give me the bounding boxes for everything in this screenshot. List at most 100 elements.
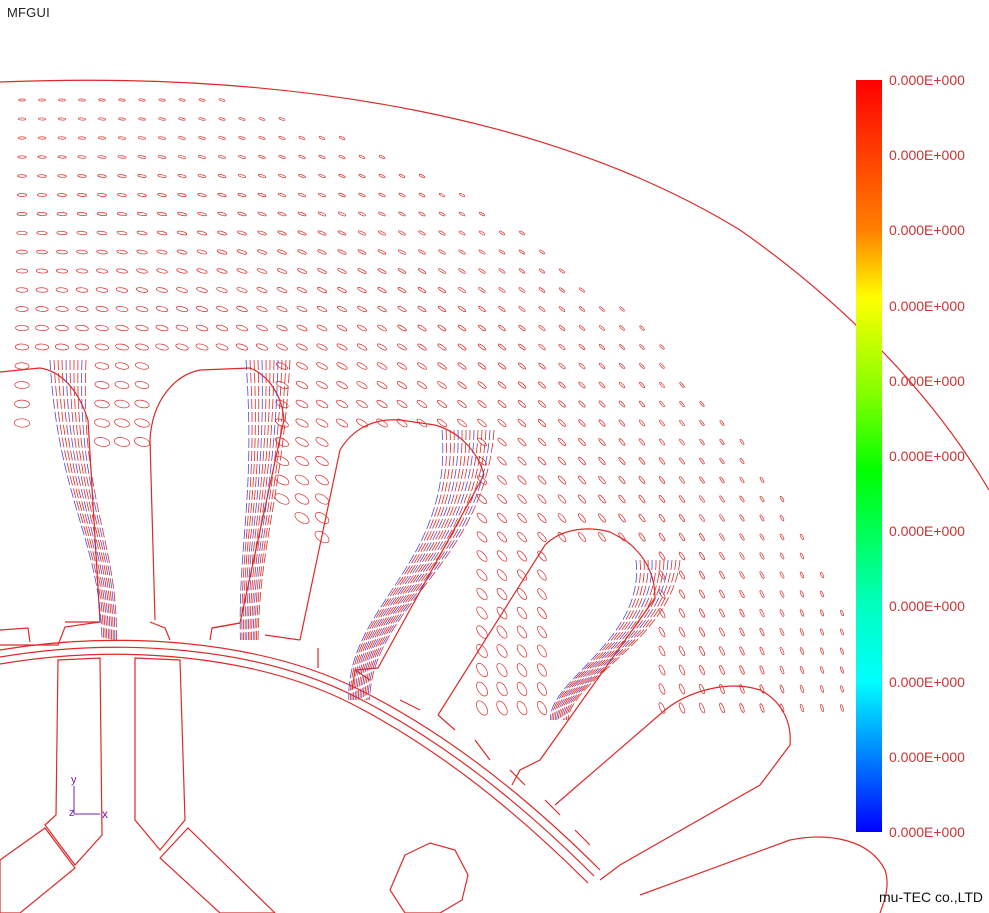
field-glyph bbox=[518, 249, 526, 255]
field-glyph bbox=[35, 287, 49, 293]
field-glyph bbox=[156, 268, 168, 274]
field-glyph bbox=[659, 363, 665, 369]
legend-label: 0.000E+000 bbox=[889, 372, 965, 389]
field-glyph bbox=[336, 362, 348, 370]
field-glyph bbox=[618, 419, 626, 427]
field-glyph bbox=[57, 155, 67, 159]
field-glyph bbox=[518, 287, 526, 293]
field-glyph bbox=[719, 495, 725, 503]
field-glyph bbox=[175, 324, 189, 332]
stator-outer-edge bbox=[0, 79, 989, 491]
field-glyph bbox=[437, 343, 447, 351]
field-glyph bbox=[157, 193, 167, 197]
field-glyph bbox=[55, 287, 69, 293]
field-glyph bbox=[518, 324, 526, 332]
field-glyph bbox=[496, 663, 508, 677]
field-glyph bbox=[155, 324, 169, 332]
color-legend-bar bbox=[856, 80, 882, 832]
field-glyph bbox=[618, 457, 626, 465]
field-glyph bbox=[337, 268, 347, 274]
field-glyph bbox=[678, 702, 686, 714]
field-glyph bbox=[537, 663, 547, 677]
field-glyph bbox=[93, 437, 111, 447]
field-glyph bbox=[396, 381, 408, 389]
field-glyph bbox=[96, 230, 108, 236]
field-glyph bbox=[358, 155, 366, 159]
field-glyph bbox=[113, 437, 131, 447]
field-glyph bbox=[158, 98, 166, 102]
field-glyph bbox=[578, 344, 586, 350]
field-glyph bbox=[739, 627, 745, 637]
field-glyph bbox=[779, 496, 785, 502]
field-glyph bbox=[397, 305, 407, 313]
field-glyph bbox=[476, 531, 488, 543]
field-glyph bbox=[537, 701, 547, 715]
field-glyph bbox=[659, 438, 665, 446]
field-glyph bbox=[17, 136, 27, 140]
field-glyph bbox=[96, 268, 108, 274]
field-glyph bbox=[398, 249, 406, 255]
field-glyph bbox=[17, 155, 27, 159]
legend-label: 0.000E+000 bbox=[889, 448, 965, 464]
field-glyph bbox=[255, 343, 269, 351]
field-glyph bbox=[537, 437, 547, 447]
field-glyph bbox=[238, 136, 246, 140]
field-glyph bbox=[418, 230, 426, 236]
field-glyph bbox=[337, 287, 347, 293]
field-glyph bbox=[216, 287, 228, 293]
field-glyph bbox=[819, 571, 825, 579]
field-glyph bbox=[719, 439, 725, 445]
field-glyph bbox=[739, 571, 745, 579]
field-glyph bbox=[318, 174, 326, 178]
field-glyph bbox=[799, 628, 805, 636]
field-glyph bbox=[658, 495, 666, 503]
field-glyph bbox=[15, 287, 29, 293]
field-glyph bbox=[378, 192, 386, 198]
field-glyph bbox=[356, 418, 368, 428]
field-glyph bbox=[799, 609, 805, 617]
field-glyph bbox=[298, 174, 306, 178]
field-glyph bbox=[638, 532, 646, 542]
field-glyph bbox=[156, 249, 168, 255]
field-glyph bbox=[294, 474, 310, 486]
field-glyph bbox=[478, 324, 486, 332]
field-glyph bbox=[36, 230, 48, 236]
field-glyph bbox=[719, 589, 725, 599]
field-glyph bbox=[215, 324, 229, 332]
field-glyph bbox=[77, 174, 87, 178]
field-glyph bbox=[638, 476, 646, 484]
field-glyph bbox=[719, 665, 725, 675]
field-glyph bbox=[739, 533, 745, 541]
field-glyph bbox=[517, 456, 527, 466]
field-glyph bbox=[598, 494, 606, 504]
field-glyph bbox=[236, 287, 248, 293]
field-glyph bbox=[336, 343, 348, 351]
field-glyph bbox=[719, 476, 725, 484]
field-glyph bbox=[840, 685, 844, 693]
field-glyph bbox=[197, 155, 207, 159]
field-glyph bbox=[578, 475, 586, 485]
field-glyph bbox=[799, 684, 805, 694]
field-glyph bbox=[639, 344, 645, 350]
field-glyph bbox=[516, 682, 528, 696]
field-glyph bbox=[496, 681, 508, 697]
field-glyph bbox=[16, 230, 28, 236]
field-glyph bbox=[376, 418, 388, 428]
flux-line bbox=[348, 429, 444, 701]
field-glyph bbox=[138, 98, 146, 102]
field-glyph bbox=[256, 305, 268, 313]
stator-slot-3 bbox=[299, 419, 485, 691]
field-glyph bbox=[295, 418, 309, 428]
field-glyph bbox=[618, 381, 626, 389]
field-glyph bbox=[316, 381, 328, 389]
field-glyph bbox=[558, 362, 566, 370]
field-glyph bbox=[476, 494, 488, 504]
field-glyph bbox=[799, 590, 805, 598]
field-glyph bbox=[236, 324, 248, 332]
field-glyph bbox=[396, 399, 408, 409]
field-glyph bbox=[134, 418, 150, 428]
field-glyph bbox=[619, 306, 625, 312]
fem-viewport[interactable] bbox=[0, 0, 989, 913]
field-glyph bbox=[155, 343, 169, 351]
field-glyph bbox=[358, 211, 366, 217]
